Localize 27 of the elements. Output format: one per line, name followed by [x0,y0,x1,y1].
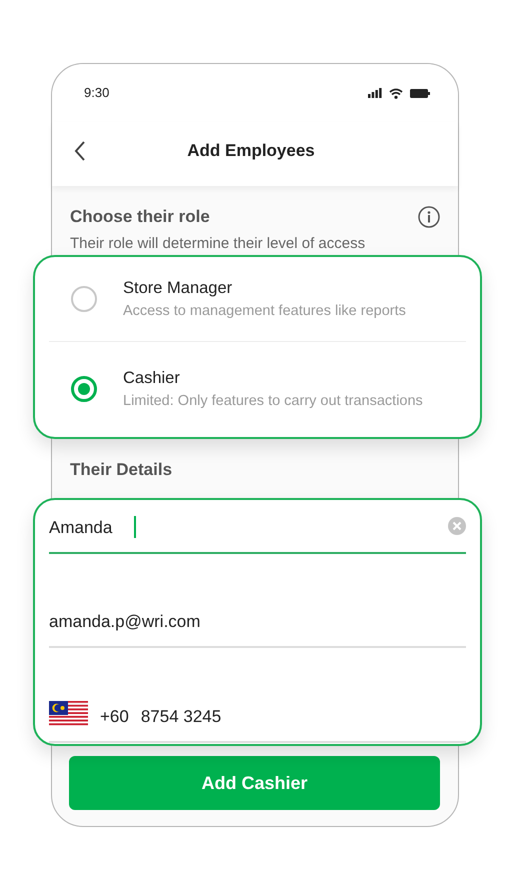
role-description: Limited: Only features to carry out transactions [123,393,423,409]
role-option[interactable]: Store Manager Access to management features like reports [49,257,466,342]
role-option[interactable]: Cashier Limited: Only features to carry out transactions [49,342,466,436]
signal-icon [368,88,382,98]
radio-button[interactable] [71,286,97,312]
email-field[interactable]: amanda.p@wri.com [49,554,466,648]
role-description: Access to management features like reports [123,303,406,319]
back-icon[interactable] [74,141,86,161]
role-name: Cashier [123,369,181,388]
flag-icon[interactable] [49,701,88,727]
role-name: Store Manager [123,279,234,298]
field-value: Amanda [49,518,112,538]
field-value: 8754 3245 [140,707,222,727]
phone-field[interactable]: +60 8754 3245 [49,648,466,743]
radio-button[interactable] [71,376,97,402]
status-time: 9:30 [84,84,110,102]
name-field[interactable]: Amanda [49,500,466,554]
text-cursor [134,516,136,538]
page-title: Add Employees [186,141,316,161]
section-title: Their Details [70,459,174,481]
battery-icon [410,88,430,98]
wifi-icon [389,88,403,98]
section-title: Choose their role [70,206,210,228]
country-code[interactable]: +60 [100,707,129,727]
field-value: amanda.p@wri.com [49,612,202,632]
section-subtitle: Their role will determine their level of access [70,234,366,254]
info-icon[interactable] [418,206,440,228]
